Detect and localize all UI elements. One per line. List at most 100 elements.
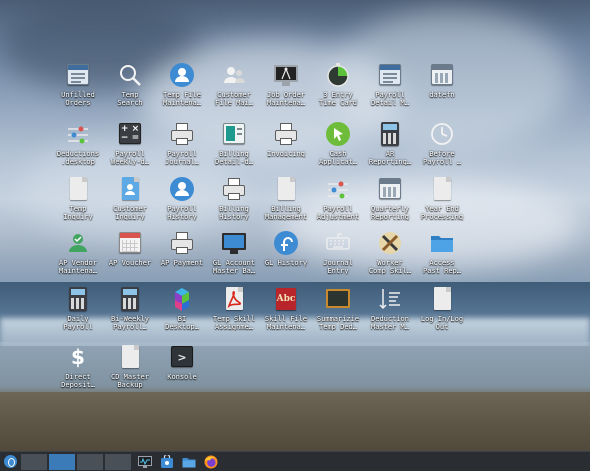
desktop-icon[interactable]: Payroll Journal… <box>156 117 208 173</box>
desktop-icon[interactable]: Billing History <box>208 172 260 228</box>
desktop-icon-label: Konsole <box>167 373 197 381</box>
document-icon <box>429 286 455 312</box>
desktop-icon[interactable]: Customer Inquiry <box>104 172 156 228</box>
drafting-monitor-icon <box>273 62 299 88</box>
desktop-icon[interactable]: AP Voucher <box>104 226 156 282</box>
desktop-icon-label: 3 Entry Time Card <box>319 91 357 107</box>
desktop-icon[interactable]: BI Desktop… <box>156 282 208 338</box>
desktop-icon[interactable]: AR Reporting… <box>364 117 416 173</box>
desktop-icon[interactable]: Quarterly Reporting <box>364 172 416 228</box>
desktop-icon[interactable]: 3 Entry Time Card <box>312 58 364 114</box>
desktop-icon[interactable]: Access Past Rep… <box>416 226 468 282</box>
dollar-icon: $ <box>71 345 85 369</box>
desktop-icon[interactable]: AP Vendor Mainteпa… <box>52 226 104 282</box>
document-icon <box>273 176 299 202</box>
desktop-icon[interactable]: Temp Skill Assignme… <box>208 282 260 338</box>
desktop-icon[interactable]: Temp File Mainteпa… <box>156 58 208 114</box>
desktop-icon-label: Job Order Mainteпa… <box>267 91 305 107</box>
calendar-icon <box>377 176 403 202</box>
desktop-icon[interactable]: Worker Comp Skil… <box>364 226 416 282</box>
desktop-icon[interactable]: Billing Detail-d… <box>208 117 260 173</box>
desktop-icon[interactable]: Year End Processing <box>416 172 468 228</box>
desktop-icon[interactable]: Billing Management <box>260 172 312 228</box>
desktop-icon-label: Payroll Weekly-d… <box>111 150 149 166</box>
file-manager-button[interactable] <box>180 453 198 471</box>
system-monitor-button[interactable] <box>136 453 154 471</box>
calculator-icon <box>377 121 403 147</box>
document-icon <box>117 344 143 370</box>
virtual-desktop-pager <box>20 452 132 471</box>
fedora-launcher-button[interactable] <box>1 453 19 471</box>
system-monitor-icon <box>138 455 152 468</box>
desktop-icon-label: Customer Inquiry <box>113 205 147 221</box>
desktop-icon-label: Summarizie Temp Ded… <box>316 315 360 331</box>
desktop-icon[interactable]: Log In/Log Out <box>416 282 468 338</box>
desktop-icon[interactable]: Payroll Detail M… <box>364 58 416 114</box>
desktop-icon-label: Journal Entry <box>323 259 353 275</box>
desktop-icon[interactable]: Daily Payroll <box>52 282 104 338</box>
desktop-icon[interactable]: Job Order Mainteпa… <box>260 58 312 114</box>
desktop-icon-label: Before Payroll … <box>423 150 461 166</box>
sort-list-icon <box>377 286 403 312</box>
desktop-icon[interactable]: Summarizie Temp Ded… <box>312 282 364 338</box>
keyboard-icon <box>325 230 351 256</box>
desktop-icon-label: BI Desktop… <box>165 315 199 331</box>
desktop-icon-label: Invoicing <box>267 150 305 158</box>
desktop-icon[interactable]: Cash Applicat… <box>312 117 364 173</box>
desktop-icon[interactable]: Temp Inquiry <box>52 172 104 228</box>
desktop-icon[interactable]: GL Account Master Ba… <box>208 226 260 282</box>
teal-app-icon <box>221 121 247 147</box>
desktop-icon[interactable]: datefn <box>416 58 468 114</box>
green-cursor-icon <box>325 121 351 147</box>
desktop-icon[interactable]: Journal Entry <box>312 226 364 282</box>
printer-icon <box>169 230 195 256</box>
desktop-wallpaper: Unfilled Orders Temp Search Temp File Main… <box>0 0 590 451</box>
wallpaper-sand <box>0 392 590 451</box>
discover-button[interactable] <box>158 453 176 471</box>
desktop-icon[interactable]: Invoicing <box>260 117 312 173</box>
desktop-icon[interactable]: Temp Search <box>104 58 156 114</box>
desktop-icon[interactable]: CD Master Backup <box>104 340 156 396</box>
desktop-icon-label: Unfilled Orders <box>61 91 95 107</box>
desktop-icon-label: Access Past Rep… <box>423 259 461 275</box>
desktop-icon[interactable]: Before Payroll … <box>416 117 468 173</box>
book-icon: Abc <box>273 286 299 312</box>
desktop-icon-label: Billing Detail-d… <box>215 150 253 166</box>
desktop-icon[interactable]: Deduction Master M… <box>364 282 416 338</box>
desktop-icon-label: Direct Deposit… <box>61 373 95 389</box>
pdf-icon <box>221 286 247 312</box>
desktop-icon-label: Temp File Mainteпa… <box>163 91 201 107</box>
pager-desktop-1[interactable] <box>20 452 48 471</box>
pager-desktop-4[interactable] <box>104 452 132 471</box>
tools-icon <box>377 230 403 256</box>
desktop-icon[interactable]: AP Payment <box>156 226 208 282</box>
desktop-icon[interactable]: > Konsole <box>156 340 208 396</box>
discover-icon <box>161 454 173 468</box>
desktop-icon-label: Deduction Master M… <box>371 315 409 331</box>
desktop-icon[interactable]: Deductions .desktop <box>52 117 104 173</box>
file-manager-icon <box>182 457 196 467</box>
desktop-icon-label: Cash Applicat… <box>319 150 357 166</box>
firefox-button[interactable] <box>202 453 220 471</box>
document-icon <box>429 176 455 202</box>
bi-cubes-icon <box>169 286 195 312</box>
desktop-icon[interactable]: Bi-Weekly Payroll… <box>104 282 156 338</box>
desktop-icon[interactable]: Payroll Adjustment <box>312 172 364 228</box>
desktop-icon-label: Payroll Journal… <box>165 150 199 166</box>
desktop-icon[interactable]: Unfilled Orders <box>52 58 104 114</box>
desktop-icon-label: Customer File Mai… <box>215 91 253 107</box>
fedora-icon <box>273 230 299 256</box>
desktop-icon[interactable]: Customer File Mai… <box>208 58 260 114</box>
desktop-icon[interactable]: GL History <box>260 226 312 282</box>
pager-desktop-3[interactable] <box>76 452 104 471</box>
desktop-icon[interactable]: + × − = Payroll Weekly-d… <box>104 117 156 173</box>
pager-desktop-2[interactable] <box>48 452 76 471</box>
desktop-icon[interactable]: Payroll History <box>156 172 208 228</box>
calculator-icon <box>65 286 91 312</box>
desktop-icon[interactable]: $ Direct Deposit… <box>52 340 104 396</box>
printer-icon <box>169 121 195 147</box>
desktop-icon-label: Billing Management <box>264 205 308 221</box>
firefox-icon <box>204 455 218 468</box>
user-circle-icon <box>169 176 195 202</box>
desktop-icon[interactable]: Abc Skill File Maintena… <box>260 282 312 338</box>
